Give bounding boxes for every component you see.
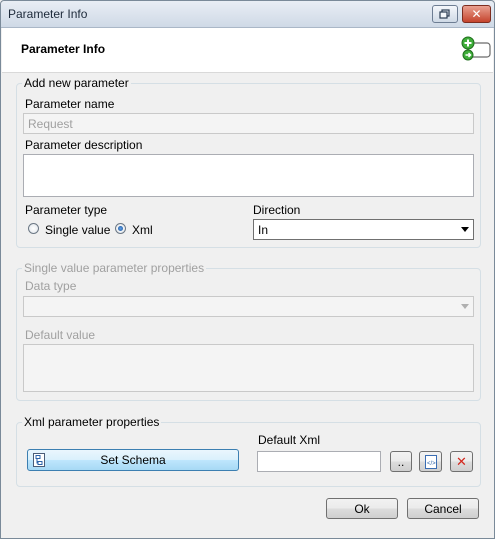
browse-button[interactable]: .. bbox=[390, 451, 412, 472]
single-value-legend: Single value parameter properties bbox=[22, 261, 207, 275]
direction-value: In bbox=[258, 223, 269, 237]
default-xml-field[interactable] bbox=[257, 451, 381, 472]
clear-xml-button[interactable]: ✕ bbox=[450, 451, 473, 472]
cancel-label: Cancel bbox=[424, 501, 462, 516]
set-schema-label: Set Schema bbox=[100, 453, 166, 467]
parameter-name-label: Parameter name bbox=[25, 97, 115, 111]
single-value-radio[interactable] bbox=[28, 223, 39, 234]
parameter-description-label: Parameter description bbox=[25, 138, 143, 152]
svg-text:</>: </> bbox=[427, 461, 436, 467]
ok-button[interactable]: Ok bbox=[326, 498, 398, 519]
default-xml-label: Default Xml bbox=[258, 433, 321, 447]
add-parameter-icon bbox=[461, 36, 491, 61]
parameter-name-value: Request bbox=[28, 117, 73, 131]
data-type-label: Data type bbox=[25, 279, 77, 293]
window-title: Parameter Info bbox=[8, 7, 88, 21]
edit-xml-button[interactable]: </> bbox=[419, 451, 442, 472]
xml-properties-legend: Xml parameter properties bbox=[22, 415, 162, 429]
restore-icon bbox=[439, 9, 450, 19]
direction-label: Direction bbox=[253, 203, 301, 217]
single-value-radio-label[interactable]: Single value bbox=[45, 223, 110, 237]
xml-radio-label[interactable]: Xml bbox=[132, 223, 153, 237]
add-parameter-legend: Add new parameter bbox=[22, 76, 131, 90]
xml-document-icon: </> bbox=[424, 454, 437, 469]
parameter-type-label: Parameter type bbox=[25, 203, 108, 217]
default-value-label: Default value bbox=[25, 328, 96, 342]
data-type-select[interactable] bbox=[23, 296, 474, 317]
delete-icon: ✕ bbox=[456, 454, 467, 469]
cancel-button[interactable]: Cancel bbox=[407, 498, 479, 519]
page-title: Parameter Info bbox=[21, 42, 106, 56]
chevron-down-icon bbox=[461, 304, 469, 309]
chevron-down-icon bbox=[461, 227, 469, 232]
schema-icon bbox=[33, 453, 45, 467]
parameter-description-field[interactable] bbox=[23, 154, 474, 197]
close-icon: ✕ bbox=[471, 7, 482, 21]
set-schema-button[interactable]: Set Schema bbox=[27, 449, 239, 471]
restore-button[interactable] bbox=[432, 5, 458, 23]
browse-label: .. bbox=[397, 454, 405, 469]
direction-select[interactable]: In bbox=[253, 219, 474, 240]
title-bar: Parameter Info ✕ bbox=[1, 1, 494, 28]
parameter-name-field[interactable]: Request bbox=[23, 113, 474, 134]
ok-label: Ok bbox=[354, 501, 370, 516]
close-button[interactable]: ✕ bbox=[462, 5, 491, 23]
xml-radio[interactable] bbox=[115, 223, 126, 234]
dialog-header: Parameter Info bbox=[2, 28, 493, 73]
dialog-window: Parameter Info ✕ Parameter Info Add new … bbox=[0, 0, 495, 539]
default-value-field[interactable] bbox=[23, 344, 474, 392]
